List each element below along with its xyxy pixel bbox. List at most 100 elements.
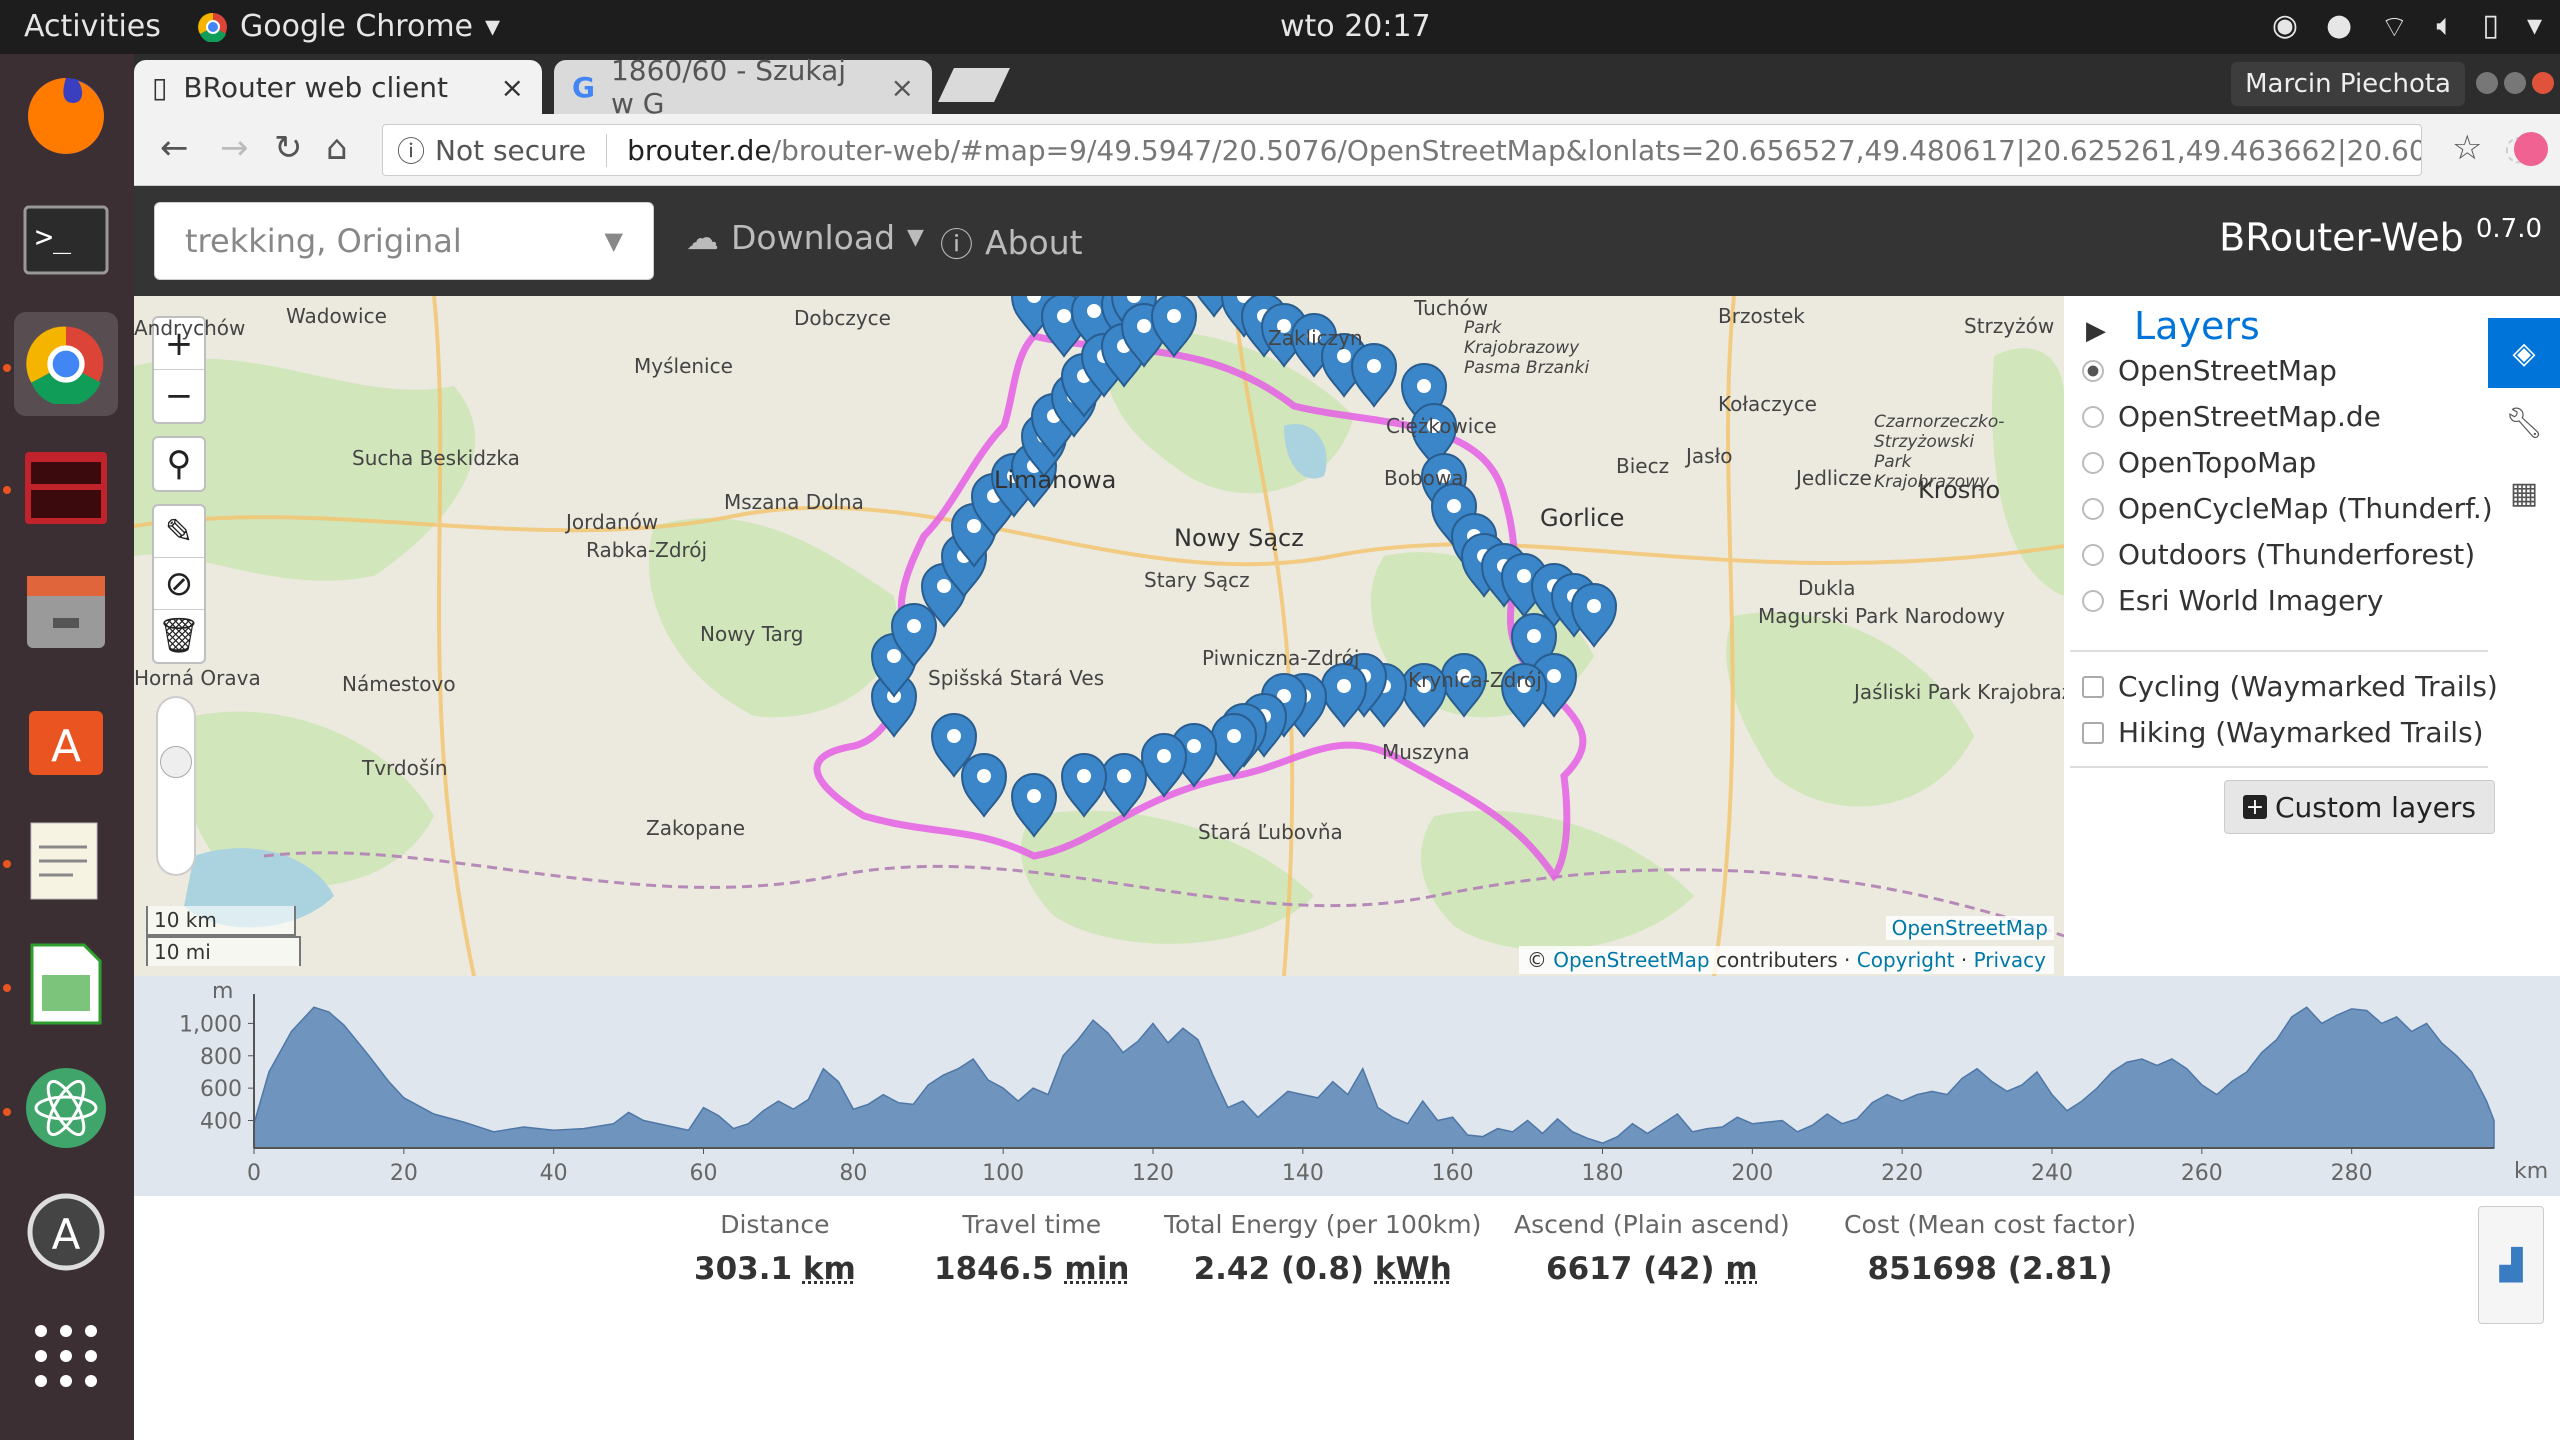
osm-attribution-link[interactable]: OpenStreetMap [1553,948,1709,972]
x-tick-label: 20 [390,1161,418,1186]
stat-item: Total Energy (per 100km) 2.42 (0.8) kWh [1164,1210,1481,1287]
app-menu[interactable]: Google Chrome ▾ [198,9,500,44]
terminal2-icon[interactable] [14,436,118,540]
privacy-link[interactable]: Privacy [1974,948,2046,972]
chrome-tray-icon[interactable]: ● [2326,8,2352,46]
map-view[interactable]: + − ⚲ ✎ ⊘ 🗑︎ 10 km 10 mi Wadowice Andrych… [134,296,2064,976]
profile-button[interactable]: Marcin Piechota [2231,62,2465,106]
stat-number: 1846.5 [934,1251,1065,1287]
base-layer-option[interactable]: OpenStreetMap [2082,354,2337,387]
brand-title[interactable]: BRouter-Web 0.7.0 [2219,214,2542,260]
pencil-icon[interactable]: ✎ [154,506,204,558]
activities-button[interactable]: Activities [24,9,161,44]
clock[interactable]: wto 20:17 [1280,9,1431,44]
opacity-slider[interactable] [156,696,196,876]
overlay-label: Hiking (Waymarked Trails) [2118,716,2484,749]
close-icon[interactable]: × [891,71,914,104]
wrench-tab-icon[interactable]: 🔧︎ [2488,388,2560,458]
copyright-link[interactable]: Copyright [1857,948,1955,972]
app-menu-label: Google Chrome [240,9,473,44]
radio-button[interactable] [2082,497,2104,520]
trash-icon[interactable]: 🗑︎ [154,610,204,662]
back-icon[interactable]: ← [160,128,189,168]
terminal-icon[interactable]: >_ [14,188,118,292]
elevation-area [253,1006,2495,1149]
reload-icon[interactable]: ↻ [274,128,303,168]
close-window-button[interactable] [2532,72,2554,94]
about-link[interactable]: ⓘ About [940,218,1083,266]
osm-layer-link[interactable]: OpenStreetMap [1885,916,2054,940]
firefox-icon[interactable] [14,64,118,168]
x-tick-label: 40 [540,1161,568,1186]
files-icon[interactable] [14,560,118,664]
tab-google-search[interactable]: G 1860/60 - Szukaj w G × [554,54,932,120]
software-updater-icon[interactable]: A [14,1180,118,1284]
overlay-option[interactable]: Cycling (Waymarked Trails) [2082,670,2498,703]
place-label: Mszana Dolna [724,490,864,514]
brouter-app: trekking, Original ▼ ☁ Download ▼ ⓘ Abou… [134,186,2560,1440]
text-editor-icon[interactable] [14,808,118,912]
download-menu[interactable]: ☁ Download ▼ [686,218,924,257]
info-icon[interactable]: ⓘ [397,130,425,170]
maximize-button[interactable] [2504,72,2526,94]
radio-button[interactable] [2082,451,2104,474]
extension2-icon[interactable] [2514,132,2548,166]
place-label: Jaśliski Park Krajobrazowy [1854,680,2064,704]
base-layer-option[interactable]: Esri World Imagery [2082,584,2383,617]
custom-layers-button[interactable]: + Custom layers [2224,780,2496,834]
elevation-chart: m km 400 600 800 1,000 0 20 40 60 80 100 120 140 160 18… [179,979,2548,1186]
elevation-profile[interactable]: m km 400 600 800 1,000 0 20 40 60 80 100 120 140 160 18… [134,976,2560,1196]
stat-unit[interactable]: km [803,1251,856,1287]
radio-button[interactable] [2082,359,2104,382]
separator: · [1960,948,1968,972]
checkbox[interactable] [2082,675,2104,698]
layers-tab-icon[interactable]: ◈ [2488,318,2560,388]
stat-unit[interactable]: kWh [1375,1251,1452,1287]
steam-icon[interactable]: ◉ [2272,8,2298,46]
show-apps-icon[interactable] [14,1304,118,1408]
stat-unit[interactable]: m [1725,1251,1757,1287]
page-icon: ▯ [152,70,168,104]
base-layer-option[interactable]: Outdoors (Thunderforest) [2082,538,2475,571]
minimize-button[interactable] [2476,72,2498,94]
custom-layers-label: Custom layers [2275,790,2477,824]
radio-button[interactable] [2082,589,2104,612]
software-center-icon[interactable]: A [14,684,118,788]
tab-brouter[interactable]: ▯ BRouter web client × [134,60,542,114]
spreadsheet-icon[interactable] [14,932,118,1036]
atom-icon[interactable] [14,1056,118,1160]
place-label: Jedlicze [1796,466,1872,490]
system-tray[interactable]: ◉ ● ⌔ 🔈︎ ▯ ▾ [2272,8,2542,46]
new-tab-button[interactable] [938,68,1010,102]
home-icon[interactable]: ⌂ [326,128,348,168]
base-layer-option[interactable]: OpenTopoMap [2082,446,2316,479]
routing-profile-select[interactable]: trekking, Original ▼ [154,202,654,280]
draw-control: ✎ ⊘ 🗑︎ [152,504,206,664]
volume-icon[interactable]: 🔈︎ [2436,8,2454,46]
stat-unit[interactable]: min [1064,1251,1129,1287]
delete-route-icon[interactable]: ⊘ [154,558,204,610]
search-icon[interactable]: ⚲ [154,438,204,490]
layers-heading[interactable]: Layers [2134,304,2260,348]
bookmark-star-icon[interactable]: ☆ [2452,128,2482,168]
table-tab-icon[interactable]: ▦ [2488,458,2560,528]
security-label[interactable]: Not secure [435,133,608,167]
chrome-icon[interactable] [14,312,118,416]
overlay-option[interactable]: Hiking (Waymarked Trails) [2082,716,2484,749]
address-bar[interactable]: ⓘ Not secure brouter.de/brouter-web/#map… [382,124,2422,176]
battery-icon[interactable]: ▯ [2482,8,2499,46]
radio-button[interactable] [2082,405,2104,428]
base-layer-option[interactable]: OpenCycleMap (Thunderf.) [2082,492,2493,525]
radio-button[interactable] [2082,543,2104,566]
chart-toggle-icon[interactable]: ▟ [2478,1206,2544,1324]
slider-handle[interactable] [160,746,192,778]
chevron-down-icon[interactable]: ▾ [2527,8,2542,46]
wifi-icon[interactable]: ⌔ [2380,8,2408,46]
close-icon[interactable]: × [501,71,524,104]
checkbox[interactable] [2082,721,2104,744]
zoom-out-button[interactable]: − [154,370,204,422]
forward-icon[interactable]: → [220,128,249,168]
base-layer-option[interactable]: OpenStreetMap.de [2082,400,2381,433]
caret-right-icon[interactable]: ▶ [2086,316,2106,346]
app-navbar: trekking, Original ▼ ☁ Download ▼ ⓘ Abou… [134,186,2560,296]
